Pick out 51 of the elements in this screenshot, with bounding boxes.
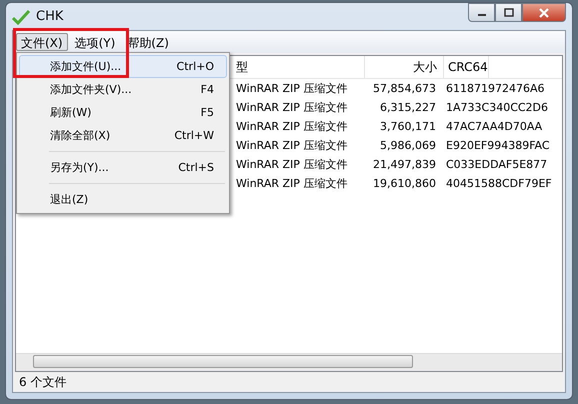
horizontal-scrollbar[interactable]	[16, 353, 562, 371]
table-cell-text: 611871972476A6	[445, 82, 545, 95]
table-cell-text: 19,610,860	[372, 177, 437, 190]
menu-entry[interactable]: 刷新(W) F5	[19, 101, 227, 124]
table-cell-text: 21,497,839	[372, 158, 437, 171]
menu-entry[interactable]: 添加文件(U)... Ctrl+O	[19, 55, 227, 78]
menu-entry-label: 另存为(Y)...	[50, 160, 109, 175]
column-header[interactable]: 型	[234, 56, 365, 78]
table-cell-text: 40451588CDF79EF	[445, 177, 552, 190]
table-cell-text: WinRAR ZIP 压缩文件	[235, 119, 348, 134]
menu-entry[interactable]: 添加文件夹(V)... F4	[19, 78, 227, 101]
menu-entry-label: 刷新(W)	[50, 105, 92, 120]
menu-entry[interactable]: 退出(Z)	[19, 188, 227, 211]
menu-entry-label: 清除全部(X)	[50, 128, 110, 143]
menu-item[interactable]: 帮助(Z)	[122, 33, 174, 51]
table-cell-text: C033EDDAF5E877	[445, 158, 548, 171]
table-cell-text: E920EF994389FAC	[445, 139, 550, 152]
table-cell-text: 57,854,673	[372, 82, 437, 95]
minimize-button[interactable]	[468, 3, 495, 22]
shortcut-text: Ctrl+O	[176, 60, 214, 73]
table-cell-text: WinRAR ZIP 压缩文件	[235, 81, 348, 96]
shortcut-text: F4	[200, 83, 214, 96]
maximize-icon	[504, 8, 514, 17]
column-header[interactable]: CRC64	[444, 56, 489, 78]
status-text: 6 个文件	[19, 374, 66, 390]
menu-item[interactable]: 选项(Y)	[70, 33, 120, 51]
menu-entry-label: 添加文件夹(V)...	[50, 82, 132, 97]
column-header[interactable]: 大小	[365, 56, 444, 78]
table-cell-text: 1A733C340CC2D6	[445, 101, 548, 114]
table-cell-text: 3,760,171	[379, 120, 437, 133]
shortcut-text: F5	[200, 106, 214, 119]
table-cell-text: 5,986,069	[379, 139, 437, 152]
shortcut-text: Ctrl+S	[178, 161, 214, 174]
table-cell-text: 6,315,227	[379, 101, 437, 114]
menu-item[interactable]: 文件(X)	[16, 33, 68, 51]
close-button[interactable]	[522, 3, 566, 22]
maximize-button[interactable]	[495, 3, 522, 22]
scrollbar-thumb[interactable]	[33, 355, 413, 368]
menu-entry-label: 添加文件(U)...	[50, 59, 122, 74]
menu-entry-label: 退出(Z)	[50, 192, 88, 207]
table-cell-text: WinRAR ZIP 压缩文件	[235, 157, 348, 172]
table-cell-text: WinRAR ZIP 压缩文件	[235, 176, 348, 191]
window-title: CHK	[36, 9, 64, 24]
table-cell-text: 47AC7AA4D70AA	[445, 120, 542, 133]
checkmark-icon	[12, 8, 30, 24]
table-cell-text: WinRAR ZIP 压缩文件	[235, 100, 348, 115]
menu-entry[interactable]: 另存为(Y)... Ctrl+S	[19, 156, 227, 179]
shortcut-text: Ctrl+W	[174, 129, 214, 142]
table-cell-text: WinRAR ZIP 压缩文件	[235, 138, 348, 153]
close-icon	[538, 8, 550, 18]
menu-entry[interactable]: 清除全部(X) Ctrl+W	[19, 124, 227, 147]
